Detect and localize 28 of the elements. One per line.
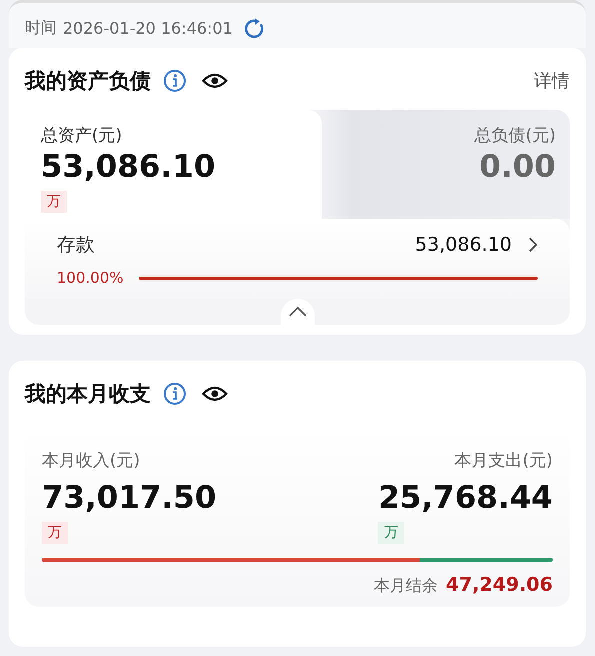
unit-tag: 万 [41,191,67,213]
eye-icon[interactable] [202,72,228,90]
chevron-up-icon [288,306,308,318]
time-label: 时间 [25,18,57,39]
details-link[interactable]: 详情 [534,69,570,93]
expense-label: 本月支出(元) [454,450,553,472]
income-label: 本月收入(元) [42,450,142,472]
balance-label: 本月结余 [374,576,438,597]
expense-value: 25,768.44 [378,480,553,516]
collapse-button[interactable] [280,299,314,325]
chevron-right-icon [528,237,538,253]
income-value: 73,017.50 [42,480,217,516]
total-assets-value: 53,086.10 [41,149,217,185]
balance-value: 47,249.06 [446,574,553,596]
section-title: 我的本月收支 [25,381,151,408]
eye-icon[interactable] [202,385,228,403]
total-liabilities-value: 0.00 [478,149,556,185]
section-title: 我的资产负债 [25,68,151,95]
total-liabilities-label: 总负债(元) [474,125,556,147]
unit-tag: 万 [42,522,68,544]
time-value: 2026-01-20 16:46:01 [63,19,233,38]
unit-tag: 万 [378,522,404,544]
total-assets-label: 总资产(元) [41,125,124,147]
item-name: 存款 [57,233,95,258]
info-icon[interactable] [163,69,187,93]
info-icon[interactable] [163,382,187,406]
item-percent: 100.00% [57,269,125,287]
item-amount: 53,086.10 [415,234,512,256]
